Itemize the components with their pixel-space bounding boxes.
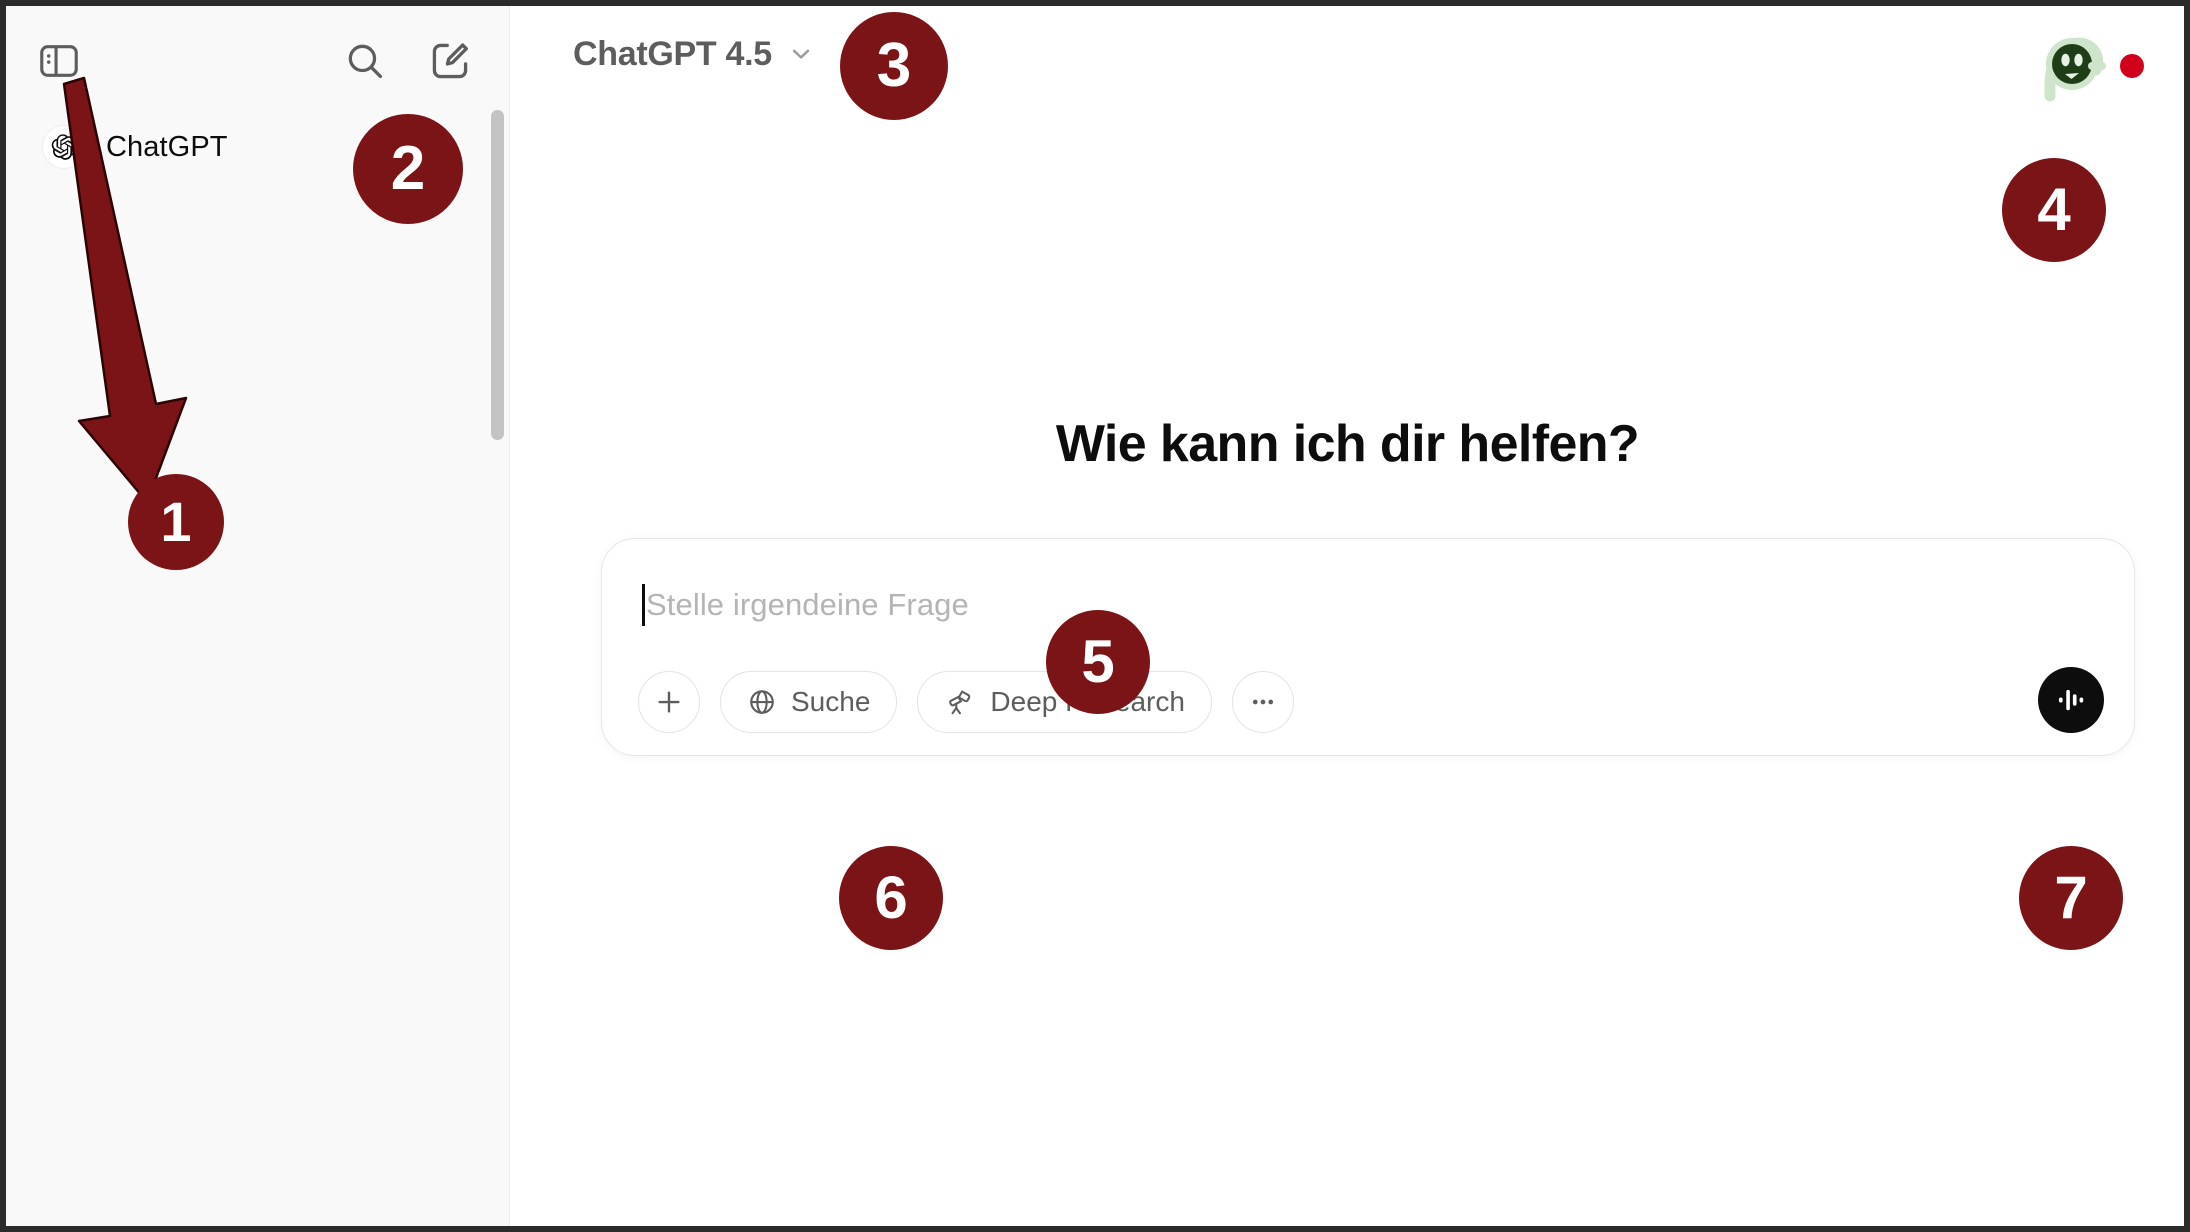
new-chat-button[interactable]	[421, 32, 479, 90]
model-selector-label: ChatGPT 4.5	[573, 34, 772, 73]
composer-placeholder: Stelle irgendeine Frage	[646, 587, 969, 622]
notification-dot	[2120, 54, 2144, 78]
composer[interactable]: Stelle irgendeine Frage Suche Deep	[601, 538, 2135, 756]
more-options-button[interactable]	[1231, 671, 1294, 733]
voice-waveform-icon	[2058, 689, 2084, 711]
globe-icon	[750, 690, 774, 714]
sidebar-scrollbar[interactable]	[489, 110, 505, 1130]
annotation-marker-1-label: 1	[160, 490, 192, 553]
tool-button-search-label: Suche	[791, 686, 871, 717]
sidebar-item-label: ChatGPT	[106, 130, 228, 163]
voice-mode-button[interactable]	[2038, 667, 2104, 733]
annotation-marker-7-label: 7	[2054, 864, 2088, 931]
annotation-marker-6: 6	[839, 846, 943, 950]
tool-button-search[interactable]: Suche	[720, 671, 898, 733]
annotation-marker-5-label: 5	[1081, 628, 1115, 695]
account-button[interactable]	[2036, 30, 2144, 102]
model-selector-button[interactable]: ChatGPT 4.5	[557, 24, 832, 84]
sidebar-toggle-icon	[40, 45, 78, 77]
search-icon	[348, 44, 383, 79]
sidebar-scrollbar-thumb[interactable]	[491, 110, 504, 440]
app-window: ChatGPT ChatGPT 4.5 Wie kann ich dir hel…	[0, 0, 2190, 1232]
annotation-marker-4-label: 4	[2037, 176, 2071, 243]
avatar[interactable]	[2036, 30, 2108, 102]
annotation-marker-3: 3	[840, 12, 948, 120]
chevron-down-icon	[792, 49, 809, 59]
attach-button[interactable]	[638, 671, 700, 733]
annotation-marker-2: 2	[353, 114, 463, 224]
annotation-marker-6-label: 6	[874, 864, 908, 931]
compose-pencil-icon	[432, 43, 468, 79]
openai-logo-icon	[42, 125, 86, 169]
sidebar-item-chatgpt[interactable]: ChatGPT	[28, 116, 328, 178]
openai-logo-glyph	[51, 134, 77, 160]
telescope-icon	[949, 690, 971, 715]
hero-section: Wie kann ich dir helfen?	[511, 414, 2184, 474]
annotation-marker-1: 1	[128, 474, 224, 570]
main-header: ChatGPT 4.5	[511, 6, 2184, 102]
page-title: Wie kann ich dir helfen?	[1055, 415, 1640, 473]
search-button[interactable]	[336, 32, 394, 90]
sidebar-toggle-button[interactable]	[30, 32, 88, 90]
text-caret	[642, 584, 645, 626]
annotation-marker-3-label: 3	[876, 31, 912, 100]
composer-input-row[interactable]: Stelle irgendeine Frage	[642, 575, 2094, 635]
annotation-marker-7: 7	[2019, 846, 2123, 950]
plus-icon	[658, 691, 680, 713]
ellipsis-icon	[1252, 699, 1274, 705]
sidebar-header	[6, 32, 509, 92]
main-content: ChatGPT 4.5 Wie kann ich dir helfen? Ste…	[511, 6, 2184, 1226]
composer-toolbar: Suche Deep Research	[638, 671, 1294, 733]
annotation-marker-2-label: 2	[390, 134, 426, 203]
annotation-marker-4: 4	[2002, 158, 2106, 262]
annotation-marker-5: 5	[1046, 610, 1150, 714]
user-avatar-icon	[2044, 37, 2106, 102]
